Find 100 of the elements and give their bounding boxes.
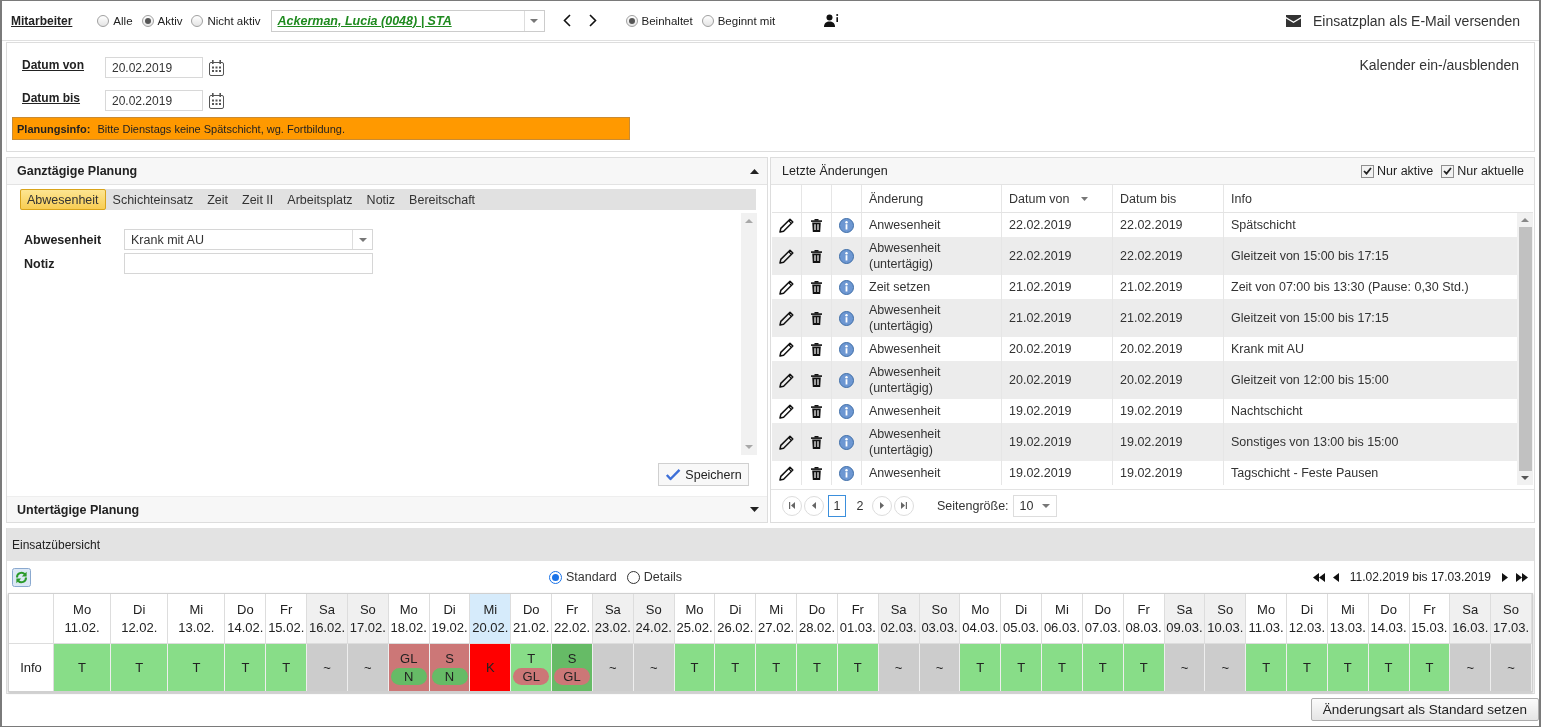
pencil-icon[interactable] [779,434,794,450]
shift-cell[interactable]: ~ [1491,644,1532,691]
day-header-cell[interactable]: So 17.02. [347,594,389,644]
trash-icon[interactable] [811,466,822,480]
shift-cell[interactable]: T [1082,644,1124,691]
chevron-left-icon[interactable] [562,14,571,27]
column-header[interactable]: Datum von [1002,185,1113,212]
trash-icon[interactable] [811,249,822,263]
shift-cell[interactable]: T [1042,644,1083,691]
radio-icon[interactable] [625,14,638,27]
day-header-cell[interactable]: Sa 02.03. [878,594,920,644]
info-icon[interactable] [839,279,854,295]
calendar-toggle-link[interactable]: Kalender ein-/ausblenden [1359,57,1519,73]
day-header-cell[interactable]: Fr 15.03. [1409,594,1451,644]
column-header[interactable]: Änderung [862,185,1002,212]
email-link[interactable]: Einsatzplan als E-Mail versenden [1286,12,1520,29]
arrow-down-icon[interactable] [1521,476,1529,480]
checkbox-icon[interactable] [1441,164,1455,178]
page-button[interactable]: 1 [828,494,846,517]
pencil-icon[interactable] [779,217,794,233]
shift-cell[interactable]: S GL [552,644,593,691]
day-header-cell[interactable]: Do 21.02. [511,594,553,644]
triangle-left-icon[interactable] [1332,572,1339,582]
day-header-cell[interactable]: So 17.03. [1491,594,1532,644]
view-radio[interactable]: Standard [549,570,617,584]
info-icon[interactable] [839,434,854,450]
day-header-cell[interactable]: Mo 11.03. [1246,594,1287,644]
caret-icon[interactable] [530,18,538,23]
radio-icon[interactable] [141,14,154,27]
day-header-cell[interactable]: Do 07.03. [1082,594,1124,644]
day-header-cell[interactable]: Sa 09.03. [1164,594,1206,644]
day-header-cell[interactable]: Di 05.03. [1001,594,1043,644]
shift-cell[interactable]: T [674,644,716,691]
shift-cell[interactable]: T [1409,644,1451,691]
pencil-icon[interactable] [779,279,794,295]
shift-cell[interactable]: ~ [878,644,920,691]
page-button[interactable]: 2 [851,494,869,517]
shift-cell[interactable]: T [266,644,308,691]
pencil-icon[interactable] [779,248,794,264]
shift-cell[interactable]: T [1001,644,1043,691]
tab[interactable]: Bereitschaft [402,189,483,210]
triangle-up-icon[interactable] [750,168,759,174]
info-icon[interactable] [839,403,854,419]
day-header-cell[interactable]: Do 14.02. [225,594,267,644]
shift-cell[interactable]: ~ [592,644,634,691]
day-header-cell[interactable]: Di 26.02. [715,594,757,644]
shift-cell[interactable]: T [837,644,879,691]
double-triangle-right-icon[interactable] [1516,572,1528,582]
day-header-cell[interactable]: Mi 27.02. [756,594,798,644]
shift-cell[interactable]: T [225,644,267,691]
day-header-cell[interactable]: Mo 18.02. [388,594,430,644]
table-row[interactable]: Abwesenheit (untertägig) 20.02.2019 20.02.2019 Gleitzeit von 12:00 bis 15:00 [772,361,1517,399]
pencil-icon[interactable] [779,310,794,326]
table-row[interactable]: Abwesenheit (untertägig) 22.02.2019 22.02.2019 Gleitzeit von 15:00 bis 17:15 [772,237,1517,275]
day-header-cell[interactable]: So 03.03. [919,594,961,644]
shift-cell[interactable]: T [1123,644,1165,691]
shift-cell[interactable]: T [111,644,169,691]
shift-cell[interactable]: T [715,644,757,691]
save-button[interactable]: Speichern [658,463,749,486]
shift-cell[interactable]: ~ [633,644,675,691]
last-page-button[interactable] [894,495,914,516]
day-header-cell[interactable]: Sa 16.03. [1450,594,1492,644]
filter-checkbox[interactable]: Nur aktuelle [1441,164,1524,178]
info-icon[interactable] [839,248,854,264]
sort-descending-icon[interactable] [1081,196,1089,201]
dropdown-field[interactable]: Krank mit AU [124,229,373,250]
shift-cell[interactable]: T [54,644,112,691]
pencil-icon[interactable] [779,403,794,419]
employee-dropdown[interactable]: Ackerman, Lucia (0048) | STA [270,9,545,32]
status-filter-radio[interactable]: Aktiv [141,14,183,27]
day-header-cell[interactable]: Sa 16.02. [307,594,348,644]
refresh-icon[interactable] [12,567,31,587]
info-icon[interactable] [839,341,854,357]
accordion-header[interactable]: Untertägige Planung [7,496,767,522]
radio-icon[interactable] [549,570,562,584]
shift-cell[interactable]: T [797,644,838,691]
day-header-cell[interactable]: So 24.02. [633,594,675,644]
tab[interactable]: Notiz [359,189,403,210]
day-header-cell[interactable]: So 10.03. [1205,594,1247,644]
date-input[interactable]: 20.02.2019 [105,57,203,78]
day-header-cell[interactable]: Mi 13.03. [1327,594,1369,644]
pencil-icon[interactable] [779,341,794,357]
shift-cell[interactable]: T [1368,644,1410,691]
shift-cell[interactable]: T [1246,644,1287,691]
tab[interactable]: Schichteinsatz [105,189,201,210]
column-header[interactable]: Datum bis [1113,185,1224,212]
trash-icon[interactable] [811,218,822,232]
trash-icon[interactable] [811,373,822,387]
status-filter-radio[interactable]: Nicht aktiv [191,14,261,27]
info-icon[interactable] [839,465,854,481]
day-header-cell[interactable]: Mo 25.02. [674,594,716,644]
shift-cell[interactable]: T [1327,644,1369,691]
calendar-icon[interactable] [209,59,224,76]
tab[interactable]: Zeit [200,189,236,210]
text-input[interactable] [124,253,373,274]
shift-cell[interactable]: ~ [1450,644,1492,691]
column-header[interactable]: Info [1224,185,1533,212]
shift-cell[interactable]: ~ [347,644,389,691]
day-header-cell[interactable]: Do 14.03. [1368,594,1410,644]
radio-icon[interactable] [626,570,640,584]
